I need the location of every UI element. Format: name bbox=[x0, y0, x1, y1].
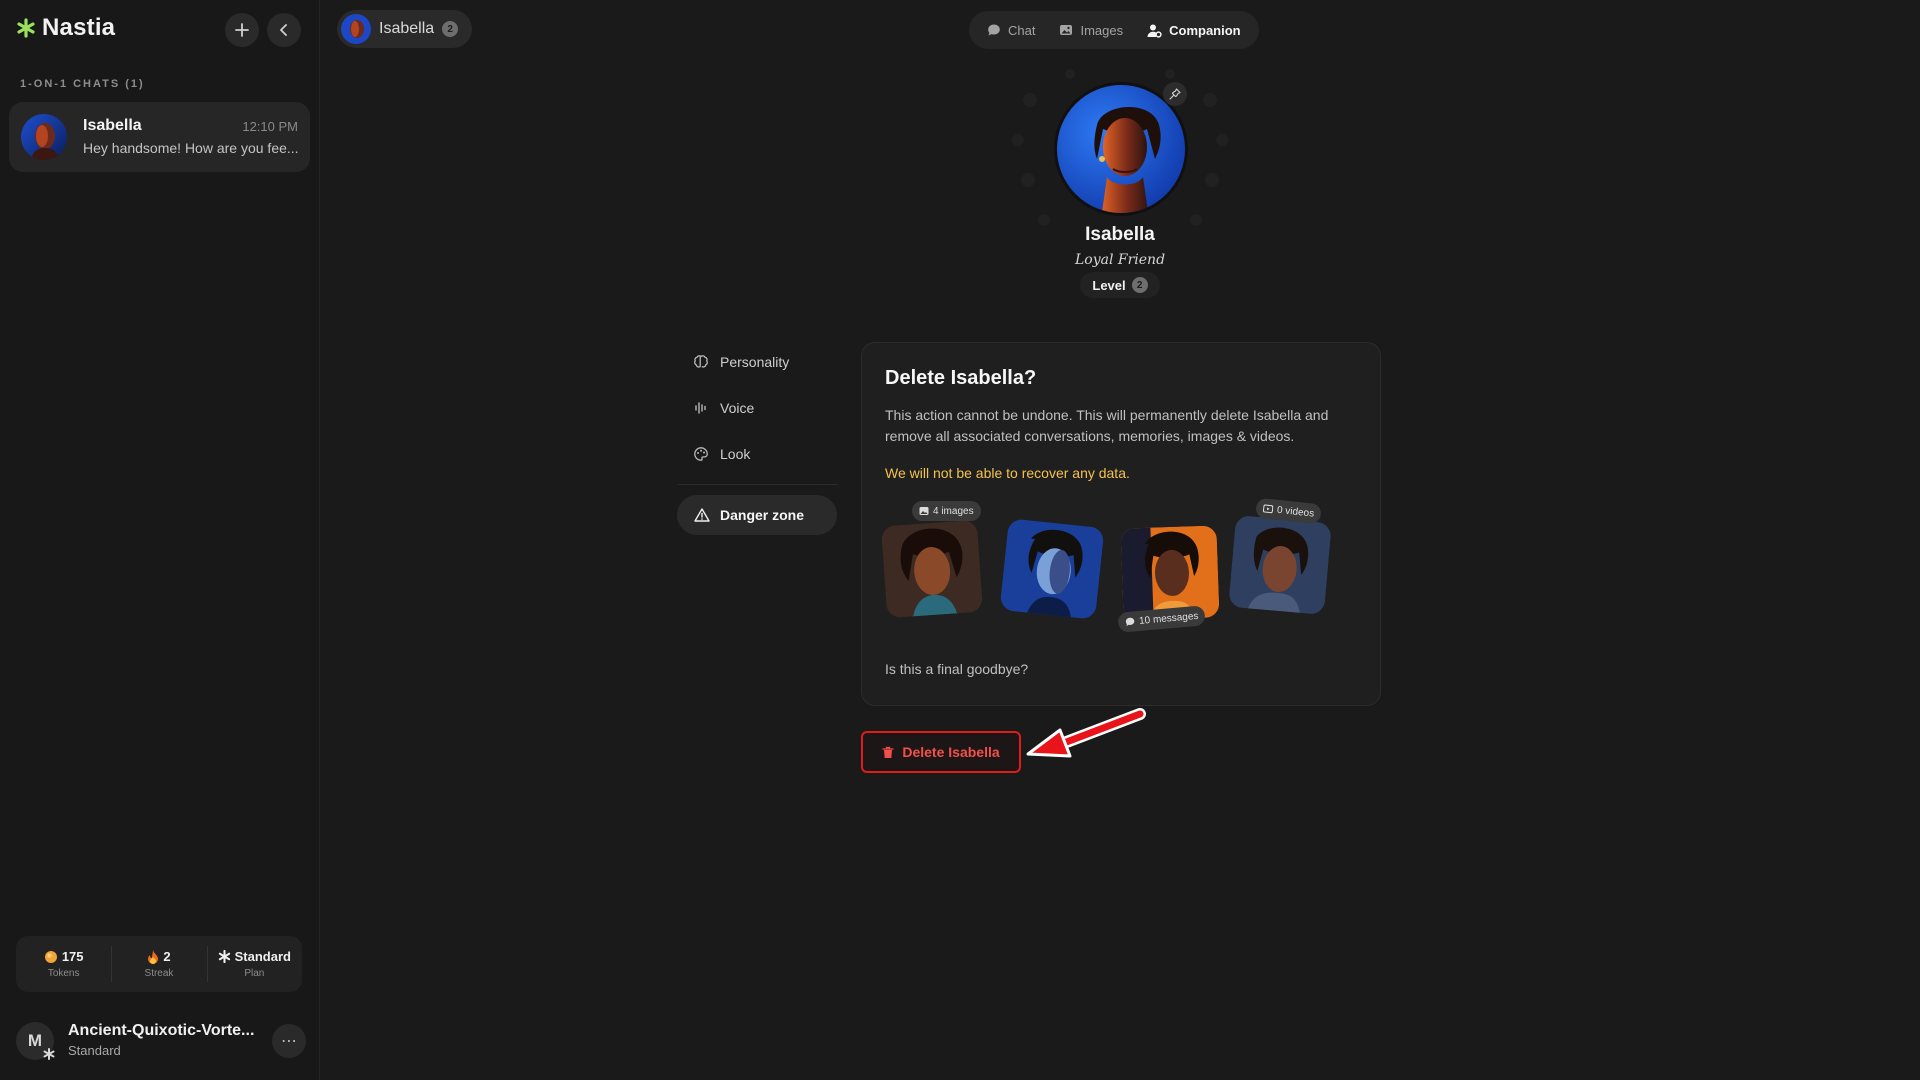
tab-images-label: Images bbox=[1080, 22, 1124, 38]
tab-companion[interactable]: Companion bbox=[1135, 14, 1253, 46]
media-thumbnail bbox=[1228, 514, 1332, 616]
logo-icon bbox=[17, 18, 35, 38]
companion-chip[interactable]: Isabella 2 bbox=[337, 10, 473, 48]
pin-icon bbox=[1169, 88, 1181, 100]
plan-badge-icon bbox=[43, 1048, 55, 1060]
nav-voice-label: Voice bbox=[720, 400, 755, 416]
chats-section-label: 1-ON-1 CHATS (1) bbox=[20, 78, 145, 90]
new-chat-button[interactable] bbox=[225, 13, 259, 47]
images-count-tag: 4 images bbox=[912, 501, 981, 521]
chat-name: Isabella bbox=[83, 117, 142, 134]
tab-chat[interactable]: Chat bbox=[975, 14, 1047, 46]
streak-value: 2 bbox=[163, 949, 171, 964]
stat-plan[interactable]: Standard Plan bbox=[206, 936, 302, 992]
chat-preview: Hey handsome! How are you fee... bbox=[83, 140, 299, 156]
plan-label: Plan bbox=[244, 968, 265, 979]
user-plan: Standard bbox=[68, 1043, 121, 1058]
media-thumbnail bbox=[1120, 525, 1220, 621]
nav-voice[interactable]: Voice bbox=[693, 390, 754, 426]
images-count: 4 images bbox=[933, 505, 974, 517]
plan-value: Standard bbox=[234, 949, 291, 964]
messages-count: 10 messages bbox=[1138, 610, 1199, 627]
tokens-label: Tokens bbox=[47, 968, 80, 979]
brand[interactable]: Nastia bbox=[16, 14, 115, 42]
delete-companion-button[interactable]: Delete Isabella bbox=[861, 731, 1021, 773]
nav-look-label: Look bbox=[720, 446, 751, 462]
companion-name: Isabella bbox=[379, 20, 435, 37]
card-question: Is this a final goodbye? bbox=[885, 661, 1029, 677]
more-dots-icon: ⋯ bbox=[281, 1033, 297, 1050]
tab-companion-label: Companion bbox=[1169, 22, 1241, 38]
profile-role: Loyal Friend bbox=[1074, 252, 1166, 268]
waveform-icon bbox=[695, 402, 706, 414]
chat-bubble-icon bbox=[1125, 617, 1135, 627]
tab-images[interactable]: Images bbox=[1047, 14, 1135, 46]
tab-chat-label: Chat bbox=[1008, 22, 1036, 38]
delete-button-label: Delete Isabella bbox=[902, 744, 1000, 760]
stat-streak[interactable]: 2 Streak bbox=[111, 936, 206, 992]
profile-level: Level 2 bbox=[1080, 272, 1160, 298]
profile-name: Isabella bbox=[1085, 224, 1155, 245]
chevron-left-icon bbox=[280, 24, 287, 36]
plus-icon bbox=[235, 23, 249, 37]
chat-list-item[interactable]: Isabella 12:10 PM Hey handsome! How are … bbox=[9, 102, 310, 172]
card-warning: We will not be able to recover any data. bbox=[885, 465, 1130, 481]
videos-count: 0 videos bbox=[1276, 504, 1315, 520]
user-more-button[interactable]: ⋯ bbox=[272, 1024, 306, 1058]
chat-time: 12:10 PM bbox=[242, 119, 298, 134]
delete-confirm-card: Delete Isabella? This action cannot be u… bbox=[861, 342, 1381, 706]
palette-icon bbox=[694, 447, 708, 461]
media-thumbnail bbox=[880, 519, 984, 619]
pin-button[interactable] bbox=[1163, 82, 1187, 106]
companion-level-badge: 2 bbox=[442, 21, 459, 37]
nav-danger-zone[interactable]: Danger zone bbox=[677, 495, 837, 535]
card-title: Delete Isabella? bbox=[885, 367, 1037, 389]
video-icon bbox=[1262, 504, 1274, 514]
nav-personality[interactable]: Personality bbox=[693, 344, 789, 380]
app-name: Nastia bbox=[42, 14, 116, 41]
streak-label: Streak bbox=[144, 968, 174, 979]
media-thumbnail bbox=[999, 518, 1105, 620]
asterisk-icon bbox=[218, 950, 230, 963]
nav-look[interactable]: Look bbox=[693, 436, 750, 472]
collapse-sidebar-button[interactable] bbox=[267, 13, 301, 47]
nav-personality-label: Personality bbox=[720, 354, 790, 370]
stats-bar: 175 Tokens 2 Streak Standard Plan bbox=[16, 936, 302, 992]
card-description: This action cannot be undone. This will … bbox=[885, 407, 1329, 444]
user-name: Ancient-Quixotic-Vorte... bbox=[68, 1022, 255, 1039]
image-icon bbox=[919, 507, 929, 515]
trash-icon bbox=[882, 746, 895, 758]
chat-bubble-icon bbox=[988, 24, 1000, 36]
warning-triangle-icon bbox=[694, 508, 710, 522]
image-icon bbox=[1060, 25, 1073, 35]
nav-divider bbox=[678, 484, 838, 485]
sidebar: Nastia 1-ON-1 CHATS (1) Isabella 12:10 P… bbox=[0, 0, 320, 1080]
coin-icon bbox=[44, 950, 57, 963]
view-tabs: Chat Images Companion bbox=[969, 11, 1259, 49]
avatar bbox=[21, 114, 67, 160]
level-badge: 2 bbox=[1131, 277, 1148, 293]
user-profile[interactable]: M Ancient-Quixotic-Vorte... Standard ⋯ bbox=[16, 1020, 306, 1062]
annotation-arrow bbox=[1026, 708, 1146, 758]
flame-icon bbox=[148, 949, 159, 964]
companion-avatar bbox=[341, 14, 371, 44]
user-settings-icon bbox=[1147, 24, 1162, 38]
level-label: Level bbox=[1092, 277, 1126, 293]
tokens-value: 175 bbox=[61, 949, 84, 964]
nav-danger-label: Danger zone bbox=[720, 507, 805, 523]
stat-tokens[interactable]: 175 Tokens bbox=[16, 936, 111, 992]
brain-icon bbox=[694, 355, 708, 368]
